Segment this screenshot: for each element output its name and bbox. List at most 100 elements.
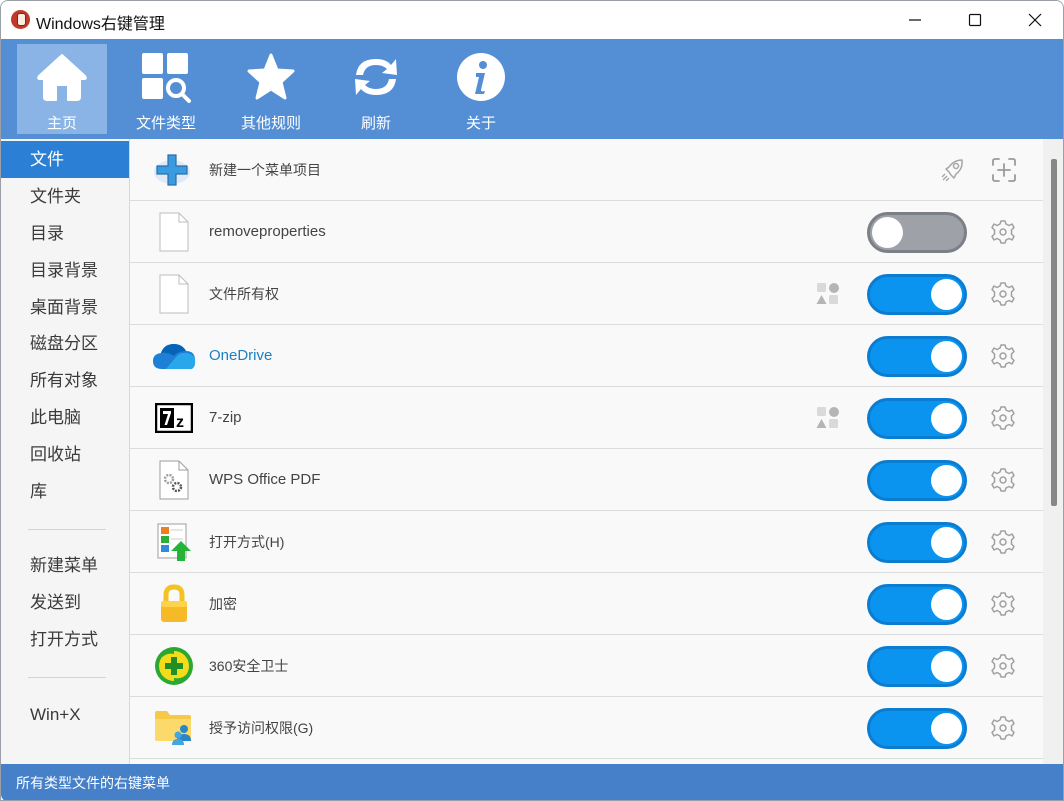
shapes-icon[interactable] bbox=[816, 282, 840, 306]
toggle-knob bbox=[931, 713, 962, 744]
list-item: 授予访问权限(G) bbox=[130, 697, 1043, 759]
sidebar-item-recycle-bin[interactable]: 回收站 bbox=[1, 436, 129, 473]
enable-toggle[interactable] bbox=[867, 522, 967, 563]
star-icon bbox=[247, 53, 295, 100]
list-item: removeproperties bbox=[130, 201, 1043, 263]
status-bar: 所有类型文件的右键菜单 bbox=[1, 764, 1063, 800]
sidebar-divider bbox=[28, 677, 106, 678]
list-item-label: 打开方式(H) bbox=[209, 534, 285, 550]
lock-icon bbox=[161, 584, 187, 622]
plus-icon bbox=[154, 154, 190, 186]
sidebar-item-new-menu[interactable]: 新建菜单 bbox=[1, 547, 129, 584]
list-item: OneDrive bbox=[130, 325, 1043, 387]
toolbar-refresh-label: 刷新 bbox=[360, 115, 391, 132]
maximize-button[interactable] bbox=[951, 1, 999, 39]
add-box-icon[interactable] bbox=[990, 156, 1018, 184]
close-button[interactable] bbox=[1011, 1, 1059, 39]
gear-icon[interactable] bbox=[990, 529, 1016, 555]
sidebar-item-folder[interactable]: 文件夹 bbox=[1, 178, 129, 215]
rocket-icon[interactable] bbox=[938, 155, 968, 185]
toggle-knob bbox=[931, 589, 962, 620]
enable-toggle[interactable] bbox=[867, 398, 967, 439]
toggle-knob bbox=[931, 279, 962, 310]
toolbar-about-button[interactable]: 关于 bbox=[436, 44, 526, 134]
refresh-icon bbox=[355, 59, 397, 95]
window-title: Windows右键管理 bbox=[36, 16, 165, 33]
sidebar-item-directory[interactable]: 目录 bbox=[1, 215, 129, 252]
sidebar-item-all-objects[interactable]: 所有对象 bbox=[1, 362, 129, 399]
list-item-label: 加密 bbox=[209, 596, 237, 612]
app-window: Windows右键管理 主页 文件类型 其他规则 刷新 关于 文件 文件夹 目录… bbox=[0, 0, 1064, 801]
sidebar-item-open-with[interactable]: 打开方式 bbox=[1, 621, 129, 658]
gear-icon[interactable] bbox=[990, 715, 1016, 741]
enable-toggle[interactable] bbox=[867, 646, 967, 687]
enable-toggle[interactable] bbox=[867, 336, 967, 377]
home-icon bbox=[37, 54, 87, 101]
toolbar-about-label: 关于 bbox=[465, 115, 496, 132]
toggle-knob bbox=[931, 403, 962, 434]
file-type-search-icon bbox=[142, 53, 191, 103]
sidebar-item-file[interactable]: 文件 bbox=[1, 141, 129, 178]
gear-icon[interactable] bbox=[990, 219, 1016, 245]
sidebar-item-win-x[interactable]: Win+X bbox=[1, 696, 129, 733]
list-item: 360安全卫士 bbox=[130, 635, 1043, 697]
new-menu-item-label: 新建一个菜单项目 bbox=[209, 162, 321, 178]
sidebar-item-send-to[interactable]: 发送到 bbox=[1, 584, 129, 621]
app-logo-icon bbox=[11, 10, 30, 29]
minimize-button[interactable] bbox=[891, 1, 939, 39]
list-item-label: 授予访问权限(G) bbox=[209, 720, 314, 736]
gear-icon[interactable] bbox=[990, 405, 1016, 431]
list-item: 打开方式(H) bbox=[130, 511, 1043, 573]
blank-file-icon bbox=[159, 274, 189, 314]
enable-toggle[interactable] bbox=[867, 584, 967, 625]
maximize-icon bbox=[968, 13, 982, 27]
status-text: 所有类型文件的右键菜单 bbox=[16, 775, 170, 791]
sidebar-item-this-pc[interactable]: 此电脑 bbox=[1, 399, 129, 436]
enable-toggle[interactable] bbox=[867, 212, 967, 253]
360-safe-icon bbox=[155, 647, 193, 685]
category-sidebar: 文件 文件夹 目录 目录背景 桌面背景 磁盘分区 所有对象 此电脑 回收站 库 … bbox=[1, 139, 130, 764]
main-toolbar: 主页 文件类型 其他规则 刷新 关于 bbox=[1, 39, 1063, 139]
scrollbar-thumb[interactable] bbox=[1051, 159, 1057, 506]
list-item-label: 文件所有权 bbox=[209, 286, 279, 302]
toolbar-home-button[interactable]: 主页 bbox=[17, 44, 107, 134]
gear-icon[interactable] bbox=[990, 467, 1016, 493]
close-icon bbox=[1028, 13, 1042, 27]
toolbar-file-types-button[interactable]: 文件类型 bbox=[121, 44, 211, 134]
list-item: z 7-zip bbox=[130, 387, 1043, 449]
toolbar-home-label: 主页 bbox=[46, 115, 77, 132]
gear-icon[interactable] bbox=[990, 653, 1016, 679]
list-item-label: 7-zip bbox=[209, 409, 242, 426]
list-item: WPS Office PDF bbox=[130, 449, 1043, 511]
new-menu-item-row[interactable]: 新建一个菜单项目 bbox=[130, 139, 1043, 201]
info-icon bbox=[457, 53, 505, 101]
list-item-label: OneDrive bbox=[209, 347, 273, 364]
sidebar-item-library[interactable]: 库 bbox=[1, 473, 129, 510]
gear-icon[interactable] bbox=[990, 343, 1016, 369]
sidebar-item-desktop-background[interactable]: 桌面背景 bbox=[1, 289, 129, 326]
list-item-label: WPS Office PDF bbox=[209, 471, 321, 488]
toolbar-other-rules-button[interactable]: 其他规则 bbox=[226, 44, 316, 134]
blank-file-icon bbox=[159, 212, 189, 252]
enable-toggle[interactable] bbox=[867, 274, 967, 315]
sidebar-item-disk-partition[interactable]: 磁盘分区 bbox=[1, 325, 129, 362]
7zip-icon: z bbox=[155, 403, 193, 433]
toolbar-refresh-button[interactable]: 刷新 bbox=[331, 44, 421, 134]
toggle-knob bbox=[931, 341, 962, 372]
toolbar-other-rules-label: 其他规则 bbox=[240, 115, 301, 132]
minimize-icon bbox=[909, 19, 921, 21]
vertical-scrollbar[interactable] bbox=[1043, 139, 1063, 764]
gear-icon[interactable] bbox=[990, 281, 1016, 307]
sidebar-divider bbox=[28, 529, 106, 530]
toggle-knob bbox=[872, 217, 903, 248]
share-folder-icon bbox=[155, 711, 191, 745]
enable-toggle[interactable] bbox=[867, 708, 967, 749]
list-item-label: removeproperties bbox=[209, 223, 326, 240]
sidebar-item-directory-background[interactable]: 目录背景 bbox=[1, 252, 129, 289]
gear-icon[interactable] bbox=[990, 591, 1016, 617]
gear-file-icon bbox=[159, 460, 189, 500]
list-item-label: 360安全卫士 bbox=[209, 658, 289, 674]
enable-toggle[interactable] bbox=[867, 460, 967, 501]
shapes-icon[interactable] bbox=[816, 406, 840, 430]
title-bar: Windows右键管理 bbox=[1, 1, 1063, 39]
